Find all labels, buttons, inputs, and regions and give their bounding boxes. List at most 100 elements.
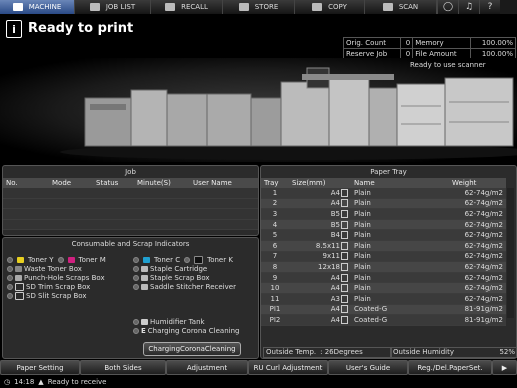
tab-store[interactable]: STORE <box>223 0 295 14</box>
weight-cell: 62-74g/m2 <box>464 241 503 250</box>
status-dot <box>57 256 64 263</box>
name-cell: Plain <box>354 284 371 293</box>
waste-toner-icon <box>15 265 22 272</box>
paper-orientation-icon <box>341 220 348 229</box>
table-row[interactable]: 5 B4 Plain 62-74g/m2 <box>261 229 506 241</box>
saddle-stitcher-icon <box>141 283 148 290</box>
toner-row-right: Toner C Toner K <box>133 255 258 264</box>
toner-c-icon <box>143 256 150 263</box>
next-arrow-icon[interactable]: ▶ <box>492 360 517 375</box>
users-guide-button[interactable]: User's Guide <box>328 360 408 375</box>
joblist-icon <box>89 3 100 11</box>
size-cell: 9x11 <box>322 252 340 261</box>
table-row[interactable]: 8 12x18 Plain 62-74g/m2 <box>261 261 506 273</box>
weight-cell: 81-91g/m2 <box>464 305 503 314</box>
saddle-stitcher-item: Saddle Stitcher Receiver <box>133 282 258 291</box>
table-row[interactable] <box>3 188 258 199</box>
tray-cell: 1 <box>272 188 278 197</box>
size-cell: 8.5x11 <box>315 241 340 250</box>
table-row[interactable]: 11 A3 Plain 62-74g/m2 <box>261 293 506 305</box>
size-cell: B4 <box>330 231 340 240</box>
orig-count-value: 0 <box>400 37 414 49</box>
globe-icon[interactable]: ◯ <box>437 0 458 14</box>
status-time: 14:18 <box>14 378 35 386</box>
name-cell: Plain <box>354 199 371 208</box>
staple-cartridge-item: Staple Cartridge <box>133 264 258 273</box>
name-cell: Plain <box>354 294 371 303</box>
name-cell: Coated-G <box>354 315 388 324</box>
reg-del-paperset-button[interactable]: Reg./Del.PaperSet. <box>408 360 492 375</box>
tray-cell: 5 <box>272 231 278 240</box>
sd-slit-item: SD Slit Scrap Box <box>7 291 127 300</box>
help-icon[interactable]: ? <box>479 0 500 14</box>
outside-humidity: Outside Humidity 52% <box>390 347 517 358</box>
waste-toner-item: Waste Toner Box <box>7 264 127 273</box>
table-row[interactable]: 7 9x11 Plain 62-74g/m2 <box>261 251 506 263</box>
tab-job-list[interactable]: JOB LIST <box>75 0 151 14</box>
memory-value: 100.00% <box>470 37 516 49</box>
adjustment-button[interactable]: Adjustment <box>166 360 248 375</box>
paper-orientation-icon <box>341 252 348 261</box>
table-row[interactable]: 1 A4 Plain 62-74g/m2 <box>261 188 506 199</box>
table-row[interactable] <box>3 208 258 220</box>
both-sides-button[interactable]: Both Sides <box>80 360 166 375</box>
status-dot <box>7 256 13 263</box>
sd-trim-item: SD Trim Scrap Box <box>7 282 127 291</box>
paper-orientation-icon <box>341 284 348 293</box>
toner-y-icon <box>17 256 24 263</box>
humidifier-icon <box>141 318 148 325</box>
tray-cell: 6 <box>272 241 278 250</box>
size-cell: A4 <box>330 305 340 314</box>
clock-icon: ◷ <box>4 378 11 386</box>
table-row[interactable]: 10 A4 Plain 62-74g/m2 <box>261 282 506 294</box>
paper-tray-table: Tray Size(mm) Name Weight 1 A4 Plain 62-74g… <box>261 178 506 326</box>
size-cell: B5 <box>330 220 340 229</box>
table-row[interactable]: PI2 A4 Coated-G 81-91g/m2 <box>261 314 506 326</box>
table-row[interactable]: 6 8.5x11 Plain 62-74g/m2 <box>261 240 506 252</box>
size-cell: A4 <box>330 273 340 282</box>
paper-setting-button[interactable]: Paper Setting <box>0 360 80 375</box>
paper-tray-panel: Paper Tray Tray Size(mm) Name Weight 1 A4… <box>260 165 517 359</box>
table-row[interactable]: 2 A4 Plain 62-74g/m2 <box>261 198 506 210</box>
staple-scrap-item: Staple Scrap Box <box>133 273 258 282</box>
printer-system-image <box>60 67 517 160</box>
tab-machine[interactable]: MACHINE <box>0 0 75 14</box>
tray-scrollbar[interactable] <box>507 188 514 318</box>
paper-orientation-icon <box>341 231 348 240</box>
table-row[interactable] <box>3 219 258 231</box>
table-row[interactable] <box>3 198 258 210</box>
toner-m-label: Toner M <box>78 255 106 264</box>
charging-corona-cleaning-button[interactable]: ChargingCoronaCleaning <box>143 342 241 356</box>
name-cell: Plain <box>354 220 371 229</box>
volume-icon[interactable]: ♫ <box>458 0 479 14</box>
ru-curl-adjustment-button[interactable]: RU Curl Adjustment <box>248 360 328 375</box>
weight-cell: 62-74g/m2 <box>464 188 503 197</box>
name-cell: Plain <box>354 262 371 271</box>
paper-orientation-icon <box>341 315 348 324</box>
table-row[interactable]: 4 B5 Plain 62-74g/m2 <box>261 219 506 231</box>
status-message: Ready to print <box>28 21 134 36</box>
tray-col-tray: Tray <box>261 178 289 188</box>
scanner-status: Ready to use scanner <box>410 61 486 69</box>
tray-col-weight: Weight <box>449 178 506 188</box>
job-table: No. Mode Status Minute(S) User Name <box>3 178 258 231</box>
toner-y-label: Toner Y <box>28 255 54 264</box>
tab-recall[interactable]: RECALL <box>151 0 223 14</box>
size-cell: B5 <box>330 209 340 218</box>
table-row[interactable]: PI1 A4 Coated-G 81-91g/m2 <box>261 304 506 316</box>
tab-copy[interactable]: COPY <box>295 0 365 14</box>
tray-cell: 10 <box>270 284 280 293</box>
table-row[interactable]: 3 B5 Plain 62-74g/m2 <box>261 208 506 220</box>
tray-cell: PI2 <box>269 315 281 324</box>
toner-k-icon <box>194 255 204 264</box>
charging-corona-item: E Charging Corona Cleaning <box>133 326 258 335</box>
corona-icon: E <box>141 326 146 335</box>
scan-icon <box>382 3 393 11</box>
tab-scan[interactable]: SCAN <box>365 0 437 14</box>
table-row[interactable]: 9 A4 Plain 62-74g/m2 <box>261 272 506 284</box>
job-col-minutes: Minute(S) <box>134 178 190 188</box>
tray-cell: 3 <box>272 209 278 218</box>
weight-cell: 62-74g/m2 <box>464 284 503 293</box>
weight-cell: 62-74g/m2 <box>464 252 503 261</box>
copy-icon <box>312 3 323 11</box>
